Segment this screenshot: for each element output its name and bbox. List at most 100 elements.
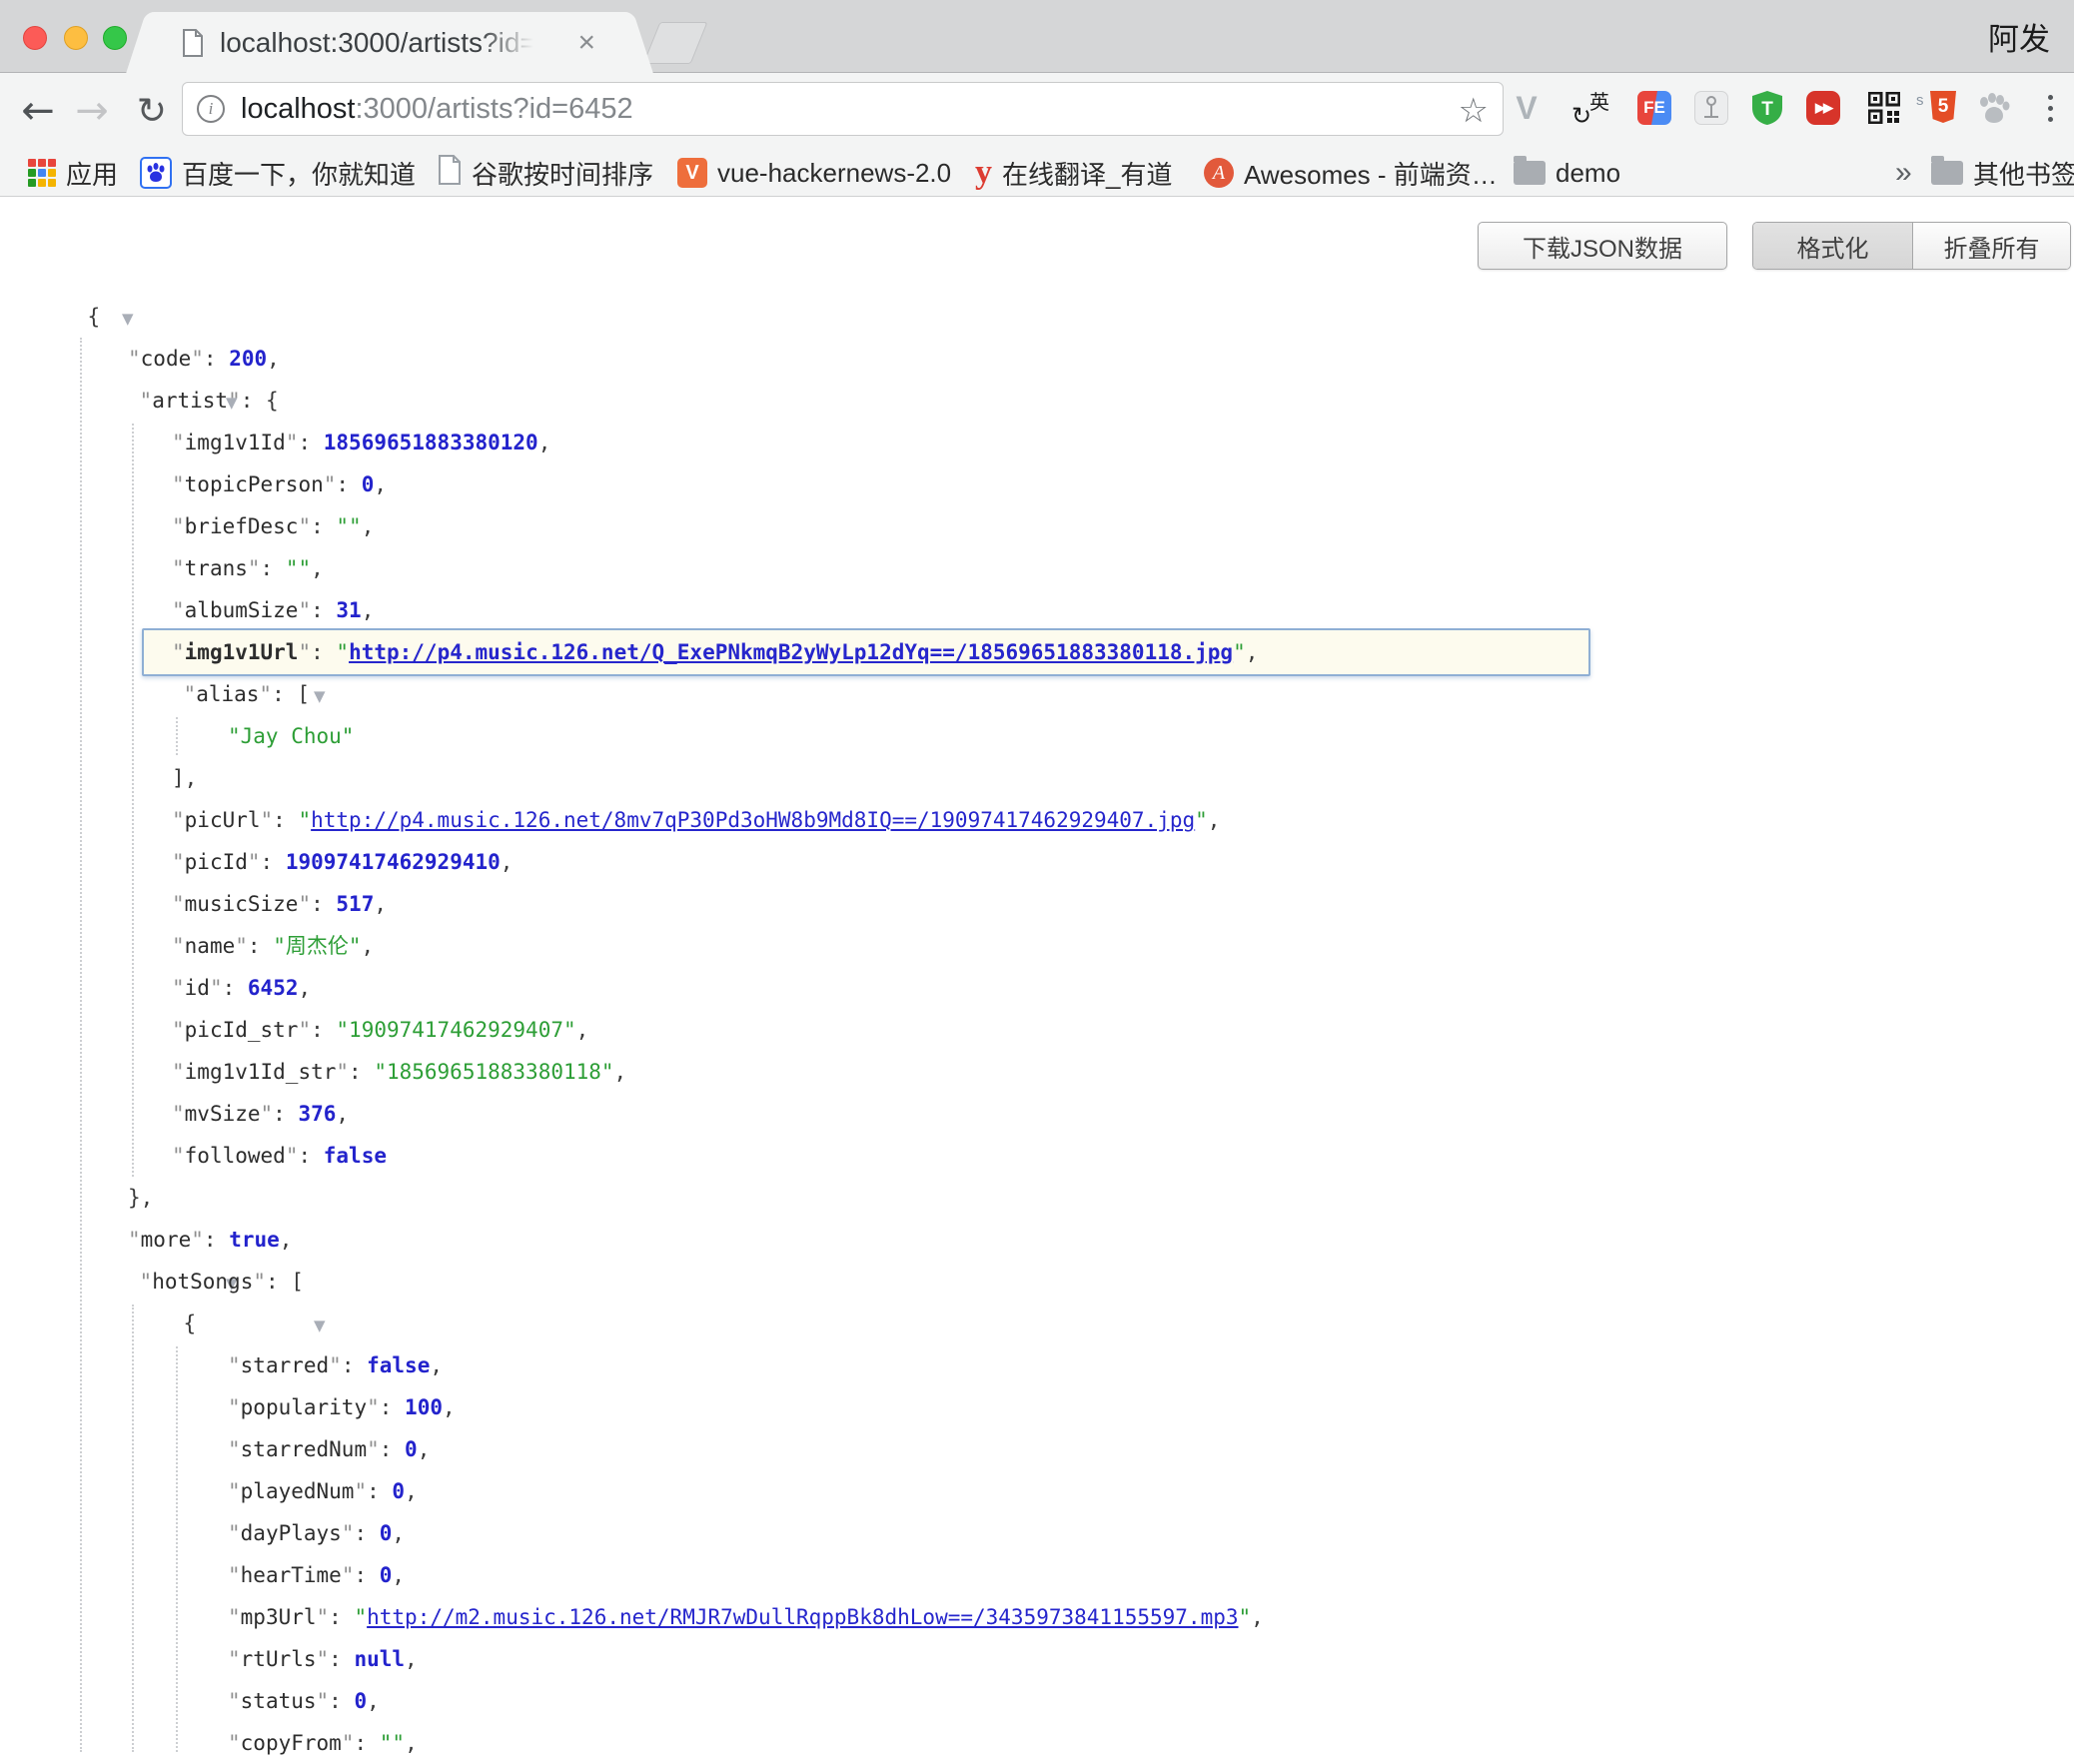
- json-token: ": [191, 347, 204, 371]
- json-token: : [: [272, 682, 310, 706]
- browser-profile-name[interactable]: 阿发: [1988, 14, 2050, 59]
- json-token: img1v1Url: [185, 640, 299, 664]
- json-token: ,: [405, 1731, 418, 1755]
- collapse-toggle-icon[interactable]: ▼: [314, 687, 326, 705]
- json-token: :: [273, 808, 298, 832]
- json-token: ": [261, 808, 274, 832]
- json-line: "starred": false,: [0, 1344, 2074, 1386]
- bookmark-folder-others[interactable]: 其他书签: [1931, 155, 2074, 191]
- json-token: picId: [185, 850, 248, 874]
- json-token: name: [185, 934, 236, 958]
- forward-button[interactable]: →: [66, 85, 118, 137]
- json-link[interactable]: http://p4.music.126.net/8mv7qP30Pd3oHW8b…: [311, 808, 1195, 832]
- window-zoom-button[interactable]: [103, 26, 127, 50]
- json-token: ,: [280, 1228, 293, 1252]
- extension-vue-devtools-icon[interactable]: V: [1509, 90, 1545, 126]
- json-line: "rtUrls": null,: [0, 1638, 2074, 1680]
- address-bar[interactable]: i localhost:3000/artists?id=6452 ☆: [182, 82, 1504, 136]
- json-token: 100: [405, 1395, 443, 1419]
- json-token: ,: [418, 1437, 431, 1461]
- back-button[interactable]: ←: [12, 85, 64, 137]
- json-token: ": [298, 640, 311, 664]
- json-link[interactable]: http://p4.music.126.net/Q_ExePNkmqB2yWyL…: [349, 640, 1233, 664]
- json-token: :: [261, 850, 286, 874]
- extension-octotree-icon[interactable]: [1693, 90, 1729, 126]
- bookmark-apps[interactable]: 应用: [28, 155, 118, 191]
- tab-title-fade: [480, 22, 551, 66]
- bookmark-baidu[interactable]: 百度一下，你就知道: [140, 155, 416, 191]
- json-token: ,: [576, 1018, 589, 1042]
- window-titlebar: localhost:3000/artists?id=645 × 阿发: [0, 0, 2074, 73]
- json-token: true: [229, 1228, 280, 1252]
- bookmark-awesomes[interactable]: A Awesomes - 前端资…: [1204, 155, 1498, 191]
- browser-tab[interactable]: localhost:3000/artists?id=645 ×: [150, 12, 629, 74]
- json-token: :: [311, 1018, 336, 1042]
- extension-paw-icon[interactable]: [1976, 90, 2012, 126]
- json-line: "picId": 19097417462929410,: [0, 841, 2074, 883]
- browser-menu-icon[interactable]: [2032, 90, 2068, 126]
- json-token: ": [336, 640, 349, 664]
- json-token: ,: [367, 1689, 380, 1713]
- json-token: ": [298, 808, 311, 832]
- json-line: "briefDesc": "",: [0, 505, 2074, 547]
- json-token: :: [273, 1102, 298, 1126]
- json-token: ": [329, 1353, 342, 1377]
- tab-close-icon[interactable]: ×: [577, 26, 595, 60]
- json-token: topicPerson: [185, 472, 324, 496]
- extension-tampermonkey-icon[interactable]: T: [1749, 90, 1785, 126]
- json-token: id: [185, 976, 210, 1000]
- window-close-button[interactable]: [23, 26, 47, 50]
- json-line: "popularity": 100,: [0, 1386, 2074, 1428]
- json-token: ": [253, 1270, 266, 1294]
- json-token: false: [324, 1144, 387, 1168]
- collapse-toggle-icon[interactable]: ▼: [122, 310, 134, 328]
- json-token: ": [140, 389, 153, 413]
- json-line: "code": 200,: [0, 338, 2074, 380]
- json-token: 6452: [248, 976, 299, 1000]
- json-token: ": [228, 1437, 241, 1461]
- json-token: ": [354, 1605, 367, 1629]
- bookmark-star-icon[interactable]: ☆: [1459, 91, 1489, 131]
- collapse-all-button[interactable]: 折叠所有: [1913, 223, 2070, 269]
- bookmark-google-sort[interactable]: 谷歌按时间排序: [438, 155, 653, 191]
- reload-button[interactable]: ↻: [126, 85, 178, 137]
- window-minimize-button[interactable]: [64, 26, 88, 50]
- json-token: :: [248, 934, 273, 958]
- site-info-icon[interactable]: i: [197, 95, 225, 123]
- format-button[interactable]: 格式化: [1753, 223, 1913, 269]
- json-link[interactable]: http://m2.music.126.net/RMJR7wDullRqppBk…: [367, 1605, 1238, 1629]
- extension-qrcode-icon[interactable]: [1866, 90, 1902, 126]
- extension-html5-tools-icon[interactable]: s 5: [1920, 90, 1956, 126]
- url-text[interactable]: localhost:3000/artists?id=6452: [241, 93, 633, 126]
- json-token: ": [1239, 1605, 1252, 1629]
- bookmark-vue-hackernews[interactable]: V vue-hackernews-2.0: [677, 155, 951, 191]
- json-token: ,: [443, 1395, 456, 1419]
- bookmark-youdao[interactable]: y 在线翻译_有道: [975, 155, 1172, 191]
- json-token: "周杰伦": [273, 934, 361, 958]
- json-token: {: [184, 1312, 197, 1335]
- json-token: ": [248, 850, 261, 874]
- collapse-toggle-icon[interactable]: ▼: [314, 1317, 326, 1334]
- json-token: :: [311, 892, 336, 916]
- json-token: :: [354, 1563, 379, 1587]
- json-token: ": [172, 850, 185, 874]
- bookmark-folder-demo[interactable]: demo: [1514, 155, 1620, 191]
- apps-grid-icon: [28, 159, 56, 187]
- extension-fehelper-icon[interactable]: FE: [1636, 90, 1672, 126]
- download-json-button[interactable]: 下载JSON数据: [1478, 222, 1727, 270]
- extension-translate-icon[interactable]: 英 ↻: [1573, 90, 1609, 126]
- json-token: ": [248, 556, 261, 580]
- new-tab-button[interactable]: [643, 22, 708, 64]
- json-token: :: [354, 1521, 379, 1545]
- bookmarks-overflow-chevron[interactable]: »: [1895, 155, 1912, 191]
- json-viewer: ▼{"code": 200,▼"artist": {"img1v1Id": 18…: [0, 296, 2074, 1752]
- json-token: : {: [241, 389, 279, 413]
- json-token: ": [191, 1228, 204, 1252]
- json-line: "picId_str": "19097417462929407",: [0, 1009, 2074, 1051]
- json-line-selected: "img1v1Url": "http://p4.music.126.net/Q_…: [0, 631, 2074, 673]
- json-token: ": [336, 1060, 349, 1084]
- json-token: :: [298, 431, 323, 454]
- json-token: code: [141, 347, 192, 371]
- extension-video-downloader-icon[interactable]: ▶▶: [1805, 90, 1841, 126]
- json-token: ,: [298, 976, 311, 1000]
